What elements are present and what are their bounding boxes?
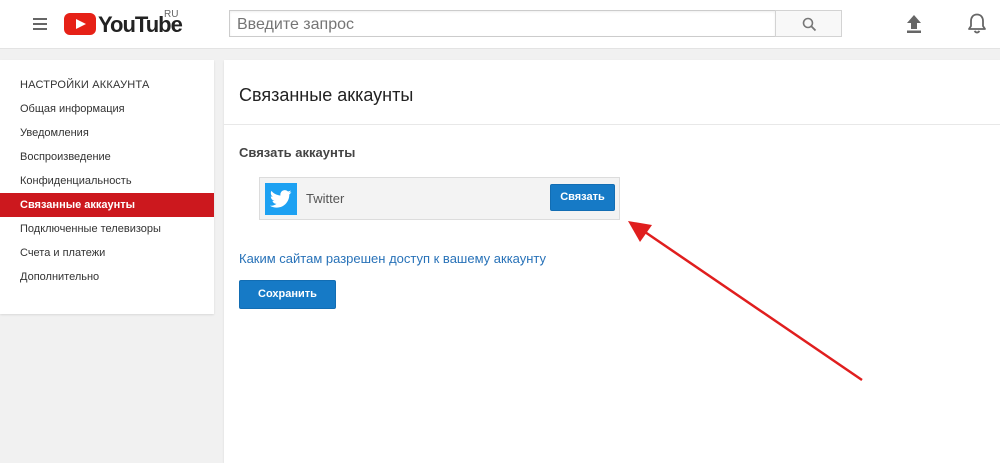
service-name: Twitter bbox=[306, 191, 345, 206]
sidebar-item-advanced[interactable]: Дополнительно bbox=[0, 265, 214, 289]
sidebar-item-notifications[interactable]: Уведомления bbox=[0, 121, 214, 145]
menu-icon[interactable] bbox=[33, 18, 47, 30]
sidebar-item-billing[interactable]: Счета и платежи bbox=[0, 241, 214, 265]
twitter-account-row: Twitter Связать bbox=[259, 177, 620, 220]
sidebar-item-privacy[interactable]: Конфиденциальность bbox=[0, 169, 214, 193]
twitter-icon bbox=[265, 183, 297, 215]
title-divider bbox=[224, 124, 1000, 125]
connect-twitter-button[interactable]: Связать bbox=[550, 184, 615, 211]
settings-sidebar: НАСТРОЙКИ АККАУНТА Общая информация Увед… bbox=[0, 60, 214, 314]
main-panel: Связанные аккаунты Связать аккаунты Twit… bbox=[224, 60, 1000, 463]
masthead: YouTube RU bbox=[0, 0, 1000, 49]
sidebar-item-overview[interactable]: Общая информация bbox=[0, 97, 214, 121]
upload-icon[interactable] bbox=[904, 14, 924, 39]
youtube-play-icon bbox=[64, 13, 96, 35]
search-icon bbox=[802, 17, 817, 32]
sidebar-list: Общая информация Уведомления Воспроизвед… bbox=[0, 97, 214, 289]
sidebar-item-connected-tvs[interactable]: Подключенные телевизоры bbox=[0, 217, 214, 241]
sidebar-item-connected-accounts[interactable]: Связанные аккаунты bbox=[0, 193, 214, 217]
search-button[interactable] bbox=[775, 10, 842, 37]
sidebar-item-playback[interactable]: Воспроизведение bbox=[0, 145, 214, 169]
page-title: Связанные аккаунты bbox=[239, 85, 414, 105]
section-title: Связать аккаунты bbox=[239, 145, 356, 160]
save-button[interactable]: Сохранить bbox=[239, 280, 336, 309]
sidebar-header: НАСТРОЙКИ АККАУНТА bbox=[20, 79, 150, 91]
search-input[interactable] bbox=[229, 10, 775, 37]
logo-region: RU bbox=[164, 9, 179, 20]
bell-icon[interactable] bbox=[967, 13, 987, 40]
site-access-link[interactable]: Каким сайтам разрешен доступ к вашему ак… bbox=[239, 251, 546, 266]
